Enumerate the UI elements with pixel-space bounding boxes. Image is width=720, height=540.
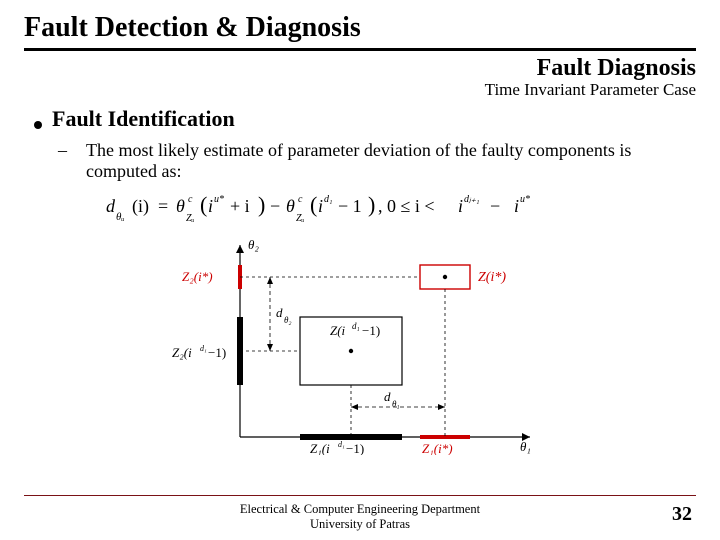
svg-text:d: d	[106, 196, 116, 216]
svg-text:(: (	[200, 192, 207, 217]
footer: Electrical & Computer Engineering Depart…	[0, 502, 720, 532]
svg-text:−: −	[270, 196, 280, 216]
diagram: θ₂ θ₁ Z(i d₁ −1) Z(i*)	[170, 237, 550, 460]
svg-text:): )	[368, 192, 375, 217]
svg-text:Z₂(i*): Z₂(i*)	[182, 269, 213, 284]
svg-text:dⱼ₊₁: dⱼ₊₁	[464, 194, 480, 205]
svg-text:d: d	[384, 389, 391, 404]
svg-text:=: =	[158, 196, 168, 216]
footer-line2: University of Patras	[0, 517, 720, 532]
svg-text:i: i	[514, 196, 519, 216]
svg-text:d: d	[276, 305, 283, 320]
svg-text:Z(i*): Z(i*)	[478, 270, 506, 285]
svg-text:θ₁: θ₁	[520, 439, 531, 454]
slide-subtitle: Fault Diagnosis	[24, 55, 696, 82]
svg-text:d₁: d₁	[324, 194, 332, 205]
slide-title: Fault Detection & Diagnosis	[24, 12, 696, 48]
svg-text:Z₁(i*): Z₁(i*)	[422, 441, 453, 455]
svg-text:−1): −1)	[208, 345, 226, 360]
svg-text:Z₁(i: Z₁(i	[310, 441, 330, 455]
svg-text:− 1: − 1	[338, 196, 362, 216]
svg-text:θᵤ: θᵤ	[116, 211, 125, 223]
svg-text:+ i: + i	[230, 196, 250, 216]
svg-text:Z(i: Z(i	[330, 323, 346, 338]
svg-text:u*: u*	[520, 194, 530, 205]
svg-text:−1): −1)	[362, 323, 380, 338]
svg-text:Zᵤ: Zᵤ	[296, 213, 305, 224]
svg-text:c: c	[188, 194, 193, 205]
svg-text:θ₁: θ₁	[392, 399, 400, 409]
svg-text:c: c	[298, 194, 303, 205]
footer-rule	[24, 495, 696, 496]
slide-subtitle-caption: Time Invariant Parameter Case	[24, 80, 696, 100]
svg-text:i: i	[318, 196, 323, 216]
title-rule	[24, 48, 696, 51]
svg-text:−1): −1)	[346, 441, 364, 455]
svg-text:d₁: d₁	[352, 321, 360, 331]
svg-text:d₁: d₁	[200, 344, 207, 353]
svg-text:Z₂(i: Z₂(i	[172, 345, 192, 360]
bullet-level1-text: Fault Identification	[52, 106, 235, 132]
svg-text:, 0 ≤ i <: , 0 ≤ i <	[378, 196, 435, 216]
svg-text:d₁: d₁	[338, 440, 345, 449]
footer-line1: Electrical & Computer Engineering Depart…	[0, 502, 720, 517]
formula: d θᵤ (i) = θ c Zᵤ ( i u* + i ) − θ c Zᵤ …	[24, 188, 696, 233]
svg-text:i: i	[458, 196, 463, 216]
bullet-dot-icon	[34, 121, 42, 129]
svg-text:u*: u*	[214, 194, 224, 205]
svg-text:i: i	[208, 196, 213, 216]
bullet-level1: Fault Identification	[34, 106, 696, 132]
bullet-level2: –The most likely estimate of parameter d…	[72, 140, 676, 182]
svg-text:θ₂: θ₂	[284, 315, 292, 325]
svg-text:θ: θ	[286, 196, 295, 216]
dash-icon: –	[72, 140, 86, 161]
page-number: 32	[672, 503, 692, 526]
bullet-level2-text: The most likely estimate of parameter de…	[86, 140, 631, 181]
svg-text:Zᵤ: Zᵤ	[186, 213, 195, 224]
svg-text:(i): (i)	[132, 196, 149, 217]
svg-text:−: −	[490, 196, 500, 216]
svg-text:θ₂: θ₂	[248, 237, 259, 252]
svg-text:(: (	[310, 192, 317, 217]
svg-text:): )	[258, 192, 265, 217]
svg-text:θ: θ	[176, 196, 185, 216]
